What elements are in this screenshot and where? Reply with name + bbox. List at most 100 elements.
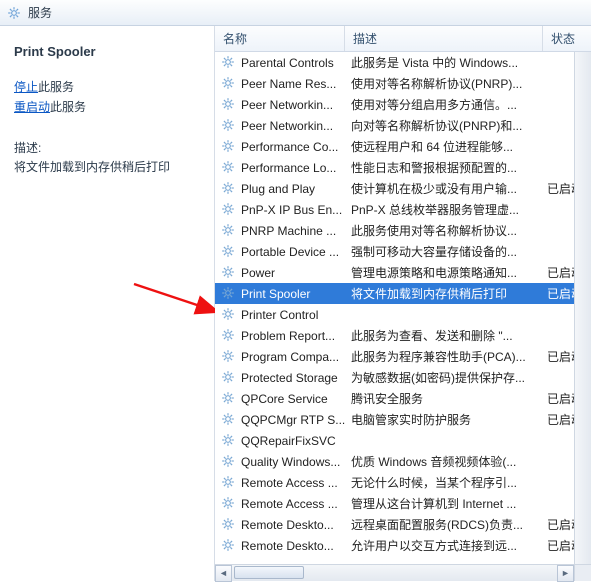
service-description: 优质 Windows 音频视频体验(...: [351, 453, 547, 470]
gear-icon: [221, 223, 237, 239]
details-pane: Print Spooler 停止此服务 重启动此服务 描述: 将文件加载到内存供…: [0, 26, 215, 581]
service-name: Peer Networkin...: [241, 119, 351, 133]
gear-icon: [221, 307, 237, 323]
service-row[interactable]: Remote Deskto...远程桌面配置服务(RDCS)负责...已启动: [215, 514, 591, 535]
gear-icon: [221, 76, 237, 92]
service-description: 无论什么时候，当某个程序引...: [351, 474, 547, 491]
gear-icon: [221, 454, 237, 470]
service-row[interactable]: Performance Lo...性能日志和警报根据预配置的...: [215, 157, 591, 178]
service-description: 此服务使用对等名称解析协议...: [351, 222, 547, 239]
service-row[interactable]: Plug and Play使计算机在极少或没有用户输...已启动: [215, 178, 591, 199]
header-name[interactable]: 名称: [215, 26, 345, 51]
service-name: QPCore Service: [241, 392, 351, 406]
service-description: 管理电源策略和电源策略通知...: [351, 264, 547, 281]
service-row[interactable]: Quality Windows...优质 Windows 音频视频体验(...: [215, 451, 591, 472]
service-row[interactable]: Printer Control: [215, 304, 591, 325]
service-name: Remote Deskto...: [241, 539, 351, 553]
gear-icon: [221, 349, 237, 365]
service-name: Performance Lo...: [241, 161, 351, 175]
scroll-right-button[interactable]: ►: [557, 565, 574, 582]
description-label: 描述:: [14, 139, 202, 156]
service-description: 使计算机在极少或没有用户输...: [351, 180, 547, 197]
service-description: 电脑管家实时防护服务: [351, 411, 547, 428]
stop-service-link[interactable]: 停止: [14, 80, 38, 94]
gear-icon: [221, 496, 237, 512]
service-name: QQRepairFixSVC: [241, 434, 351, 448]
service-row[interactable]: Peer Name Res...使用对等名称解析协议(PNRP)...: [215, 73, 591, 94]
title-bar: 服务: [0, 0, 591, 26]
service-row[interactable]: Print Spooler将文件加载到内存供稍后打印已启动: [215, 283, 591, 304]
service-description: 向对等名称解析协议(PNRP)和...: [351, 117, 547, 134]
service-description: 强制可移动大容量存储设备的...: [351, 243, 547, 260]
gear-icon: [221, 538, 237, 554]
service-description: 使用对等名称解析协议(PNRP)...: [351, 75, 547, 92]
gear-icon: [221, 475, 237, 491]
service-row[interactable]: Performance Co...使远程用户和 64 位进程能够...: [215, 136, 591, 157]
service-name: Remote Access ...: [241, 476, 351, 490]
service-description: 将文件加载到内存供稍后打印: [351, 285, 547, 302]
service-description: 性能日志和警报根据预配置的...: [351, 159, 547, 176]
service-name: Program Compa...: [241, 350, 351, 364]
service-row[interactable]: Parental Controls此服务是 Vista 中的 Windows..…: [215, 52, 591, 73]
vertical-scrollbar[interactable]: [574, 52, 591, 564]
description-text: 将文件加载到内存供稍后打印: [14, 158, 202, 176]
service-row[interactable]: QQRepairFixSVC: [215, 430, 591, 451]
service-description: 使用对等分组启用多方通信。...: [351, 96, 547, 113]
service-row[interactable]: Power管理电源策略和电源策略通知...已启动: [215, 262, 591, 283]
service-description: 此服务是 Vista 中的 Windows...: [351, 54, 547, 71]
service-name: Printer Control: [241, 308, 351, 322]
service-description: 为敏感数据(如密码)提供保护存...: [351, 369, 547, 386]
service-name: QQPCMgr RTP S...: [241, 413, 351, 427]
service-description: 此服务为查看、发送和删除 "...: [351, 327, 547, 344]
service-description: 远程桌面配置服务(RDCS)负责...: [351, 516, 547, 533]
service-row[interactable]: Remote Access ...管理从这台计算机到 Internet ...: [215, 493, 591, 514]
restart-service-link[interactable]: 重启动: [14, 100, 50, 114]
gear-icon: [221, 97, 237, 113]
gear-icon: [221, 118, 237, 134]
horizontal-scrollbar[interactable]: ◄ ►: [215, 564, 574, 581]
gear-icon: [221, 391, 237, 407]
header-description[interactable]: 描述: [345, 26, 543, 51]
gear-icon: [221, 433, 237, 449]
service-row[interactable]: PnP-X IP Bus En...PnP-X 总线枚举器服务管理虚...: [215, 199, 591, 220]
service-row[interactable]: Protected Storage为敏感数据(如密码)提供保护存...: [215, 367, 591, 388]
scrollbar-corner: [574, 564, 591, 581]
service-name: Parental Controls: [241, 56, 351, 70]
scroll-track[interactable]: [232, 565, 557, 581]
service-name: PNRP Machine ...: [241, 224, 351, 238]
service-name: Portable Device ...: [241, 245, 351, 259]
service-row[interactable]: PNRP Machine ...此服务使用对等名称解析协议...: [215, 220, 591, 241]
service-row[interactable]: Peer Networkin...向对等名称解析协议(PNRP)和...: [215, 115, 591, 136]
service-row[interactable]: Remote Access ...无论什么时候，当某个程序引...: [215, 472, 591, 493]
service-row[interactable]: Portable Device ...强制可移动大容量存储设备的...: [215, 241, 591, 262]
service-name: Remote Access ...: [241, 497, 351, 511]
service-row[interactable]: QQPCMgr RTP S...电脑管家实时防护服务已启动: [215, 409, 591, 430]
service-list[interactable]: Parental Controls此服务是 Vista 中的 Windows..…: [215, 52, 591, 563]
service-row[interactable]: Peer Networkin...使用对等分组启用多方通信。...: [215, 94, 591, 115]
service-description: 允许用户以交互方式连接到远...: [351, 537, 547, 554]
service-name: PnP-X IP Bus En...: [241, 203, 351, 217]
service-name: Quality Windows...: [241, 455, 351, 469]
gear-icon: [221, 244, 237, 260]
service-description: PnP-X 总线枚举器服务管理虚...: [351, 201, 547, 218]
gear-icon: [221, 265, 237, 281]
gear-icon: [221, 517, 237, 533]
service-name: Plug and Play: [241, 182, 351, 196]
service-row[interactable]: QPCore Service腾讯安全服务已启动: [215, 388, 591, 409]
scroll-thumb[interactable]: [234, 566, 304, 579]
gear-icon: [221, 55, 237, 71]
service-name: Power: [241, 266, 351, 280]
service-name: Peer Name Res...: [241, 77, 351, 91]
service-name: Peer Networkin...: [241, 98, 351, 112]
service-name: Print Spooler: [241, 287, 351, 301]
scroll-left-button[interactable]: ◄: [215, 565, 232, 582]
gear-icon: [221, 202, 237, 218]
service-list-pane: 名称 描述 状态 Parental Controls此服务是 Vista 中的 …: [215, 26, 591, 581]
service-row[interactable]: Remote Deskto...允许用户以交互方式连接到远...已启动: [215, 535, 591, 556]
services-icon: [6, 5, 22, 21]
header-status[interactable]: 状态: [543, 26, 591, 51]
service-row[interactable]: Program Compa...此服务为程序兼容性助手(PCA)...已启动: [215, 346, 591, 367]
service-name: Protected Storage: [241, 371, 351, 385]
service-title: Print Spooler: [14, 44, 202, 59]
service-row[interactable]: Problem Report...此服务为查看、发送和删除 "...: [215, 325, 591, 346]
